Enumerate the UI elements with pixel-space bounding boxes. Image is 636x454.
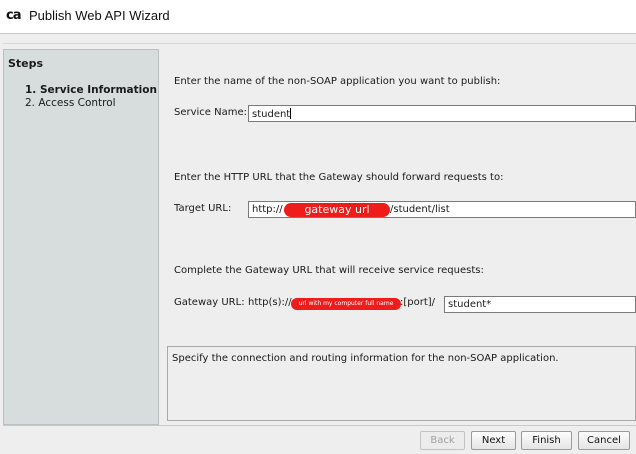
- target-url-input[interactable]: http:// gateway url /student/list: [248, 201, 636, 218]
- target-url-label: Target URL:: [174, 203, 232, 214]
- steps-panel: Steps 1. Service Information 2. Access C…: [3, 49, 159, 425]
- target-url-redaction: gateway url: [284, 203, 390, 217]
- target-url-prompt: Enter the HTTP URL that the Gateway shou…: [174, 172, 504, 183]
- steps-heading: Steps: [8, 57, 44, 70]
- frame-separator: [3, 43, 636, 44]
- gateway-url-redaction: url with my computer full name: [291, 298, 401, 310]
- gateway-url-port: :[port]/: [400, 297, 436, 308]
- step-access-control: 2. Access Control: [25, 97, 116, 109]
- window-titlebar[interactable]: ca Publish Web API Wizard: [0, 0, 636, 33]
- finish-button[interactable]: Finish: [521, 431, 572, 450]
- text-caret: [290, 108, 292, 119]
- step-service-information: 1. Service Information: [25, 84, 157, 96]
- window-title: Publish Web API Wizard: [29, 8, 170, 23]
- target-url-suffix: /student/list: [390, 204, 450, 215]
- gateway-url-prefix: http(s)://: [248, 297, 292, 308]
- service-name-prompt: Enter the name of the non-SOAP applicati…: [174, 76, 501, 87]
- service-name-label: Service Name:: [174, 107, 248, 118]
- gateway-url-prompt: Complete the Gateway URL that will recei…: [174, 265, 484, 276]
- service-name-value: student: [252, 109, 291, 120]
- description-panel: Specify the connection and routing infor…: [167, 346, 636, 421]
- back-button[interactable]: Back: [420, 431, 465, 450]
- target-url-prefix: http://: [252, 204, 283, 215]
- gateway-url-path-input[interactable]: student*: [444, 296, 636, 313]
- gateway-url-label: Gateway URL:: [174, 297, 245, 308]
- cancel-button[interactable]: Cancel: [578, 431, 630, 450]
- wizard-content: Enter the name of the non-SOAP applicati…: [162, 49, 636, 342]
- description-text: Specify the connection and routing infor…: [172, 353, 559, 364]
- service-name-input[interactable]: student: [248, 105, 636, 122]
- gateway-url-path-value: student*: [448, 299, 492, 310]
- ca-logo-icon: ca: [6, 8, 22, 23]
- next-button[interactable]: Next: [471, 431, 516, 450]
- button-bar-separator: [3, 425, 636, 426]
